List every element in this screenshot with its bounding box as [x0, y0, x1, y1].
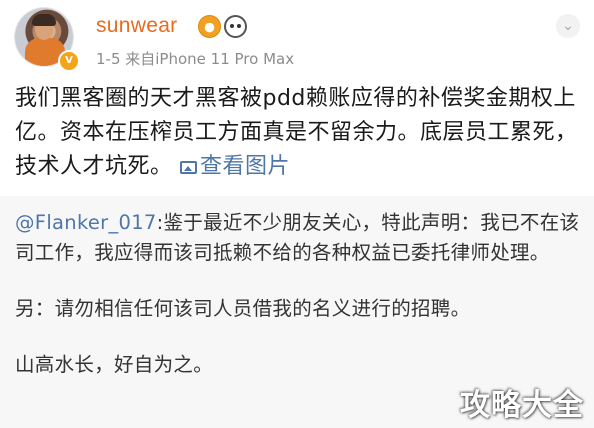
mention-link[interactable]: @Flanker_017: [15, 211, 157, 234]
repost-block[interactable]: @Flanker_017:鉴于最近不少朋友关心，特此声明：我已不在该司工作，我应…: [0, 196, 594, 428]
post-header: V sunwear 1-5 来自iPhone 11 Pro Max ⌄: [0, 0, 594, 78]
view-image-link[interactable]: 查看图片: [180, 154, 290, 179]
repost-paragraph-3: 山高水长，好自为之。: [15, 353, 214, 376]
repost-paragraph-2: 另：请勿相信任何该司人员借我的名义进行的招聘。: [15, 297, 471, 320]
username-badges: [198, 15, 247, 39]
image-icon: [180, 161, 198, 174]
avatar-figure-hair: [32, 14, 56, 26]
repost-text: @Flanker_017:鉴于最近不少朋友关心，特此声明：我已不在该司工作，我应…: [15, 208, 581, 380]
chevron-down-icon[interactable]: ⌄: [556, 14, 580, 38]
post-body: 我们黑客圈的天才黑客被pdd赖账应得的补偿奖金期权上亿。资本在压榨员工方面真是不…: [15, 82, 583, 184]
username[interactable]: sunwear: [96, 14, 177, 38]
weibo-post-screen: V sunwear 1-5 来自iPhone 11 Pro Max ⌄ 我们黑客…: [0, 0, 594, 428]
watermark: 攻略大全: [460, 388, 584, 423]
repost-paragraph-1: @Flanker_017:鉴于最近不少朋友关心，特此声明：我已不在该司工作，我应…: [15, 208, 581, 268]
mask-badge-icon: [198, 15, 221, 38]
verified-badge-icon: V: [58, 50, 80, 72]
view-image-label: 查看图片: [200, 154, 291, 179]
panda-face-icon: [224, 15, 247, 38]
post-meta: 1-5 来自iPhone 11 Pro Max: [96, 50, 295, 68]
post-text: 我们黑客圈的天才黑客被pdd赖账应得的补偿奖金期权上亿。资本在压榨员工方面真是不…: [15, 86, 578, 179]
